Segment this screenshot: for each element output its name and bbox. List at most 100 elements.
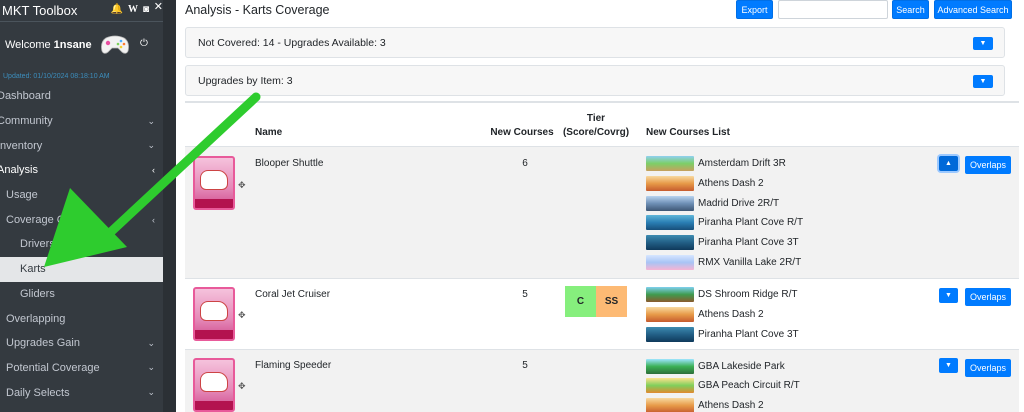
chevron-down-icon[interactable]: ▼ (939, 288, 958, 303)
sidebar-item-daily-selects[interactable]: Daily Selects ⌄ (0, 380, 163, 405)
brand-title[interactable]: MKT Toolbox (2, 3, 77, 18)
course-name: Athens Dash 2 (698, 309, 764, 320)
wiki-icon[interactable]: W (128, 4, 138, 15)
chevron-left-icon: ‹ (152, 214, 155, 225)
move-icon[interactable]: ✥ (238, 180, 246, 191)
welcome-label: Welcome (5, 39, 51, 51)
course-name: Athens Dash 2 (698, 400, 764, 411)
kart-image (193, 156, 235, 210)
column-new-courses[interactable]: New Courses (487, 127, 557, 138)
chevron-down-icon[interactable]: ▼ (939, 358, 958, 373)
sidebar-item-label: Overlapping (6, 312, 66, 325)
column-name[interactable]: Name (255, 127, 282, 138)
discord-icon[interactable]: ◙ (143, 4, 149, 15)
sidebar-item-community[interactable]: Community ⌄ (0, 109, 163, 134)
new-courses-count: 5 (522, 360, 528, 371)
move-icon[interactable]: ✥ (238, 310, 246, 321)
sidebar-item-label: Community (0, 115, 53, 128)
sidebar-item-dashboard[interactable]: Dashboard (0, 84, 163, 109)
course-name: Athens Dash 2 (698, 178, 764, 189)
move-icon[interactable]: ✥ (238, 381, 246, 392)
sidebar-item-karts[interactable]: Karts (0, 256, 163, 282)
course-name: RMX Vanilla Lake 2R/T (698, 257, 802, 268)
not-covered-summary: Not Covered: 14 - Upgrades Available: 3 (198, 36, 386, 49)
course-name: Amsterdam Drift 3R (698, 158, 786, 169)
main-content: Analysis - Karts Coverage Export Search … (176, 0, 1024, 412)
sidebar-item-upgrades-gain[interactable]: Upgrades Gain ⌄ (0, 331, 163, 356)
sidebar-item-potential-coverage[interactable]: Potential Coverage ⌄ (0, 356, 163, 381)
chevron-down-icon: ⌄ (147, 362, 155, 373)
new-courses-count: 5 (522, 289, 528, 300)
kart-name: Blooper Shuttle (255, 158, 324, 169)
sidebar-item-label: Dashboard (0, 90, 51, 103)
search-input[interactable] (778, 0, 888, 19)
overlaps-button[interactable]: Overlaps (965, 156, 1011, 174)
sidebar-scrollbar[interactable] (163, 0, 176, 412)
chevron-down-icon: ⌄ (147, 337, 155, 348)
brand-bar: MKT Toolbox 🔔 W ◙ ✕ (0, 0, 163, 22)
overlaps-button[interactable]: Overlaps (965, 359, 1011, 377)
brand-icons: 🔔 W ◙ (111, 4, 150, 15)
bell-icon[interactable]: 🔔 (111, 4, 123, 15)
course-thumbnail (646, 287, 694, 302)
sidebar-item-label: Gliders (20, 287, 55, 300)
course-name: DS Shroom Ridge R/T (698, 289, 798, 300)
course-item: Piranha Plant Cove 3T (646, 326, 799, 343)
user-panel: Welcome 1nsane ⏻ (0, 22, 163, 68)
sidebar-item-inventory[interactable]: Inventory ⌄ (0, 133, 163, 158)
chevron-down-icon: ⌄ (147, 387, 155, 398)
course-thumbnail (646, 398, 694, 412)
collapse-icon[interactable]: ▲ (939, 156, 958, 171)
course-thumbnail (646, 255, 694, 270)
sidebar-item-label: Karts (20, 263, 46, 276)
table-row: ✥ Flaming Speeder 5 GBA Lakeside Park GB… (185, 349, 1019, 412)
close-icon[interactable]: ✕ (154, 0, 163, 13)
course-thumbnail (646, 359, 694, 374)
sidebar-item-label: Usage (6, 189, 38, 202)
upgrades-by-item-card[interactable]: Upgrades by Item: 3 ▼ (185, 65, 1005, 96)
kart-image (193, 358, 235, 412)
chevron-down-icon[interactable]: ▼ (973, 75, 993, 88)
sidebar-item-label: Inventory (0, 139, 43, 152)
course-thumbnail (646, 327, 694, 342)
last-updated: Updated: 01/10/2024 08:18:10 AM (3, 72, 110, 80)
power-icon[interactable]: ⏻ (140, 38, 148, 49)
table-row: ✥ Blooper Shuttle 6 Amsterdam Drift 3R A… (185, 146, 1019, 278)
page-title: Analysis - Karts Coverage (185, 3, 330, 17)
course-thumbnail (646, 235, 694, 250)
tier-coverage-badge: SS (596, 286, 627, 317)
sidebar-item-drivers[interactable]: Drivers (0, 232, 163, 257)
sidebar-item-coverage-gaps[interactable]: Coverage Gaps ‹ (0, 207, 163, 232)
sidebar-item-overlapping[interactable]: Overlapping (0, 306, 163, 331)
course-thumbnail (646, 196, 694, 211)
export-button[interactable]: Export (736, 0, 773, 19)
table-row: ✥ Coral Jet Cruiser 5 C SS DS Shroom Rid… (185, 278, 1019, 349)
course-name: Piranha Plant Cove 3T (698, 237, 799, 248)
column-new-courses-list[interactable]: New Courses List (646, 127, 730, 138)
overlaps-button[interactable]: Overlaps (965, 288, 1011, 306)
gamepad-avatar-icon[interactable] (100, 34, 130, 56)
course-thumbnail (646, 176, 694, 191)
chevron-down-icon: ⌄ (147, 115, 155, 126)
course-item: Piranha Plant Cove R/T (646, 214, 803, 231)
kart-image (193, 287, 235, 341)
username[interactable]: 1nsane (54, 39, 92, 51)
course-item: Piranha Plant Cove 3T (646, 234, 799, 251)
sidebar-item-gliders[interactable]: Gliders (0, 282, 163, 307)
search-button[interactable]: Search (892, 0, 929, 19)
sidebar-item-label: Upgrades Gain (6, 337, 80, 350)
course-name: GBA Peach Circuit R/T (698, 380, 800, 391)
chevron-down-icon[interactable]: ▼ (973, 37, 993, 50)
course-item: Athens Dash 2 (646, 397, 764, 412)
chevron-down-icon: ⌄ (147, 140, 155, 151)
not-covered-card[interactable]: Not Covered: 14 - Upgrades Available: 3 … (185, 27, 1005, 58)
sidebar-item-label: Potential Coverage (6, 361, 100, 374)
column-tier-sub: (Score/Covrg) (562, 127, 630, 138)
course-thumbnail (646, 156, 694, 171)
course-name: GBA Lakeside Park (698, 361, 785, 372)
column-tier[interactable]: Tier (561, 113, 631, 124)
course-item: DS Shroom Ridge R/T (646, 286, 797, 303)
sidebar-item-analysis[interactable]: Analysis ‹ (0, 158, 163, 183)
sidebar-item-usage[interactable]: Usage ⌄ (0, 183, 163, 208)
advanced-search-button[interactable]: Advanced Search (934, 0, 1012, 19)
